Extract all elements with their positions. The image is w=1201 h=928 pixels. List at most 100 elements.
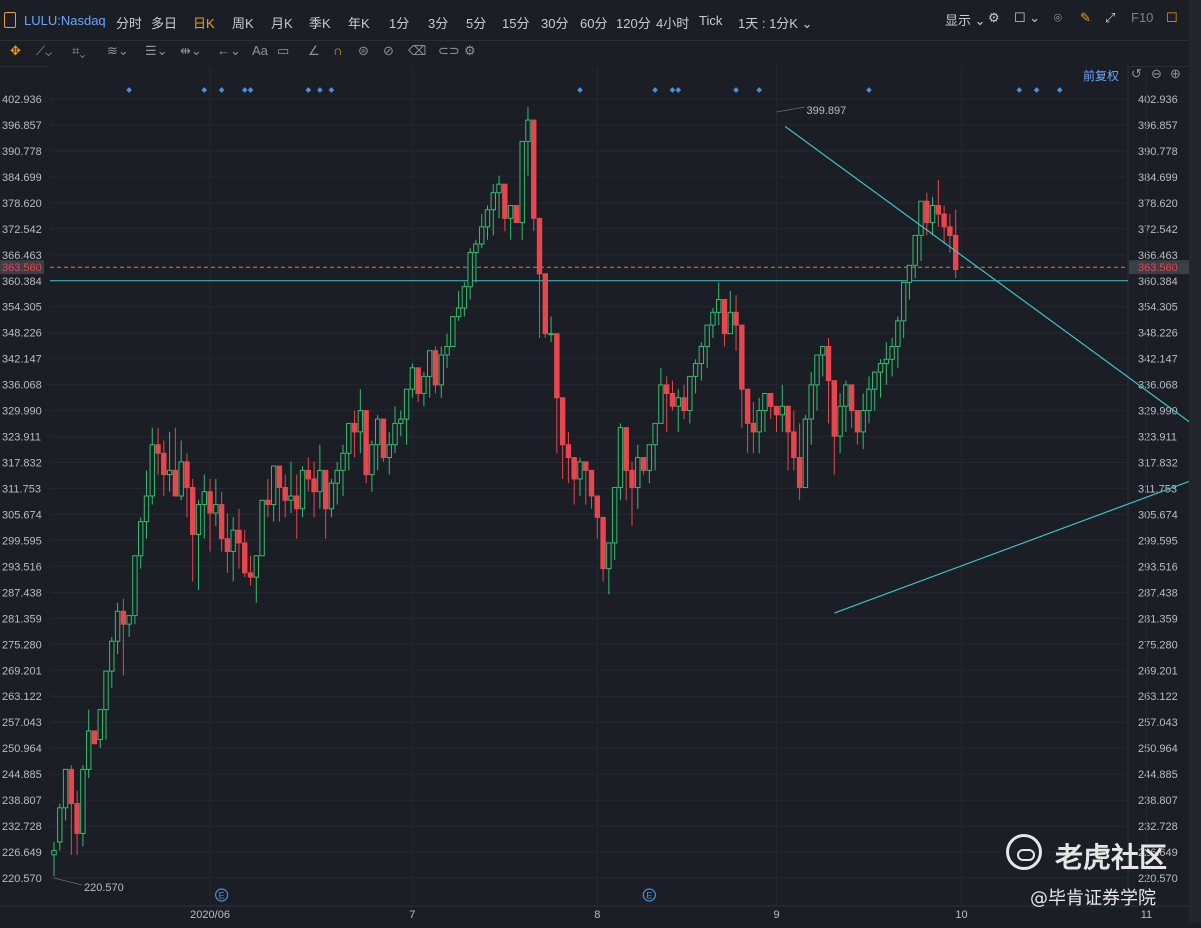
candle-up: [606, 542, 612, 570]
display-menu[interactable]: 显示 ⌄: [945, 10, 986, 29]
y-tick-label-left: 263.122: [2, 691, 42, 703]
candle-up: [912, 234, 918, 266]
candle-up: [710, 311, 716, 326]
hide-drawing-icon[interactable]: ⊘: [383, 43, 394, 59]
angle-tool-icon[interactable]: ∠: [308, 43, 320, 59]
period-tab[interactable]: 4小时: [656, 13, 689, 32]
candle-down: [600, 516, 606, 570]
pencil-icon[interactable]: ✎: [1080, 10, 1091, 26]
x-tick-label: 7: [409, 909, 415, 921]
period-tab[interactable]: 分时: [116, 13, 142, 32]
magnet-icon[interactable]: ∩: [333, 43, 342, 58]
y-tick-label: 305.674: [1138, 509, 1178, 521]
panel-icon[interactable]: [4, 12, 16, 28]
candle-up: [392, 422, 398, 446]
pattern-tool-icon[interactable]: ≋⌄: [107, 43, 129, 59]
candle-up: [484, 209, 491, 228]
settings-icon[interactable]: ⚙: [988, 10, 1000, 26]
candle-up: [97, 709, 103, 740]
candle-up: [62, 768, 69, 809]
watermark-author: @毕肯证券学院: [1030, 888, 1156, 909]
candle-up: [357, 410, 364, 433]
toggle-icon[interactable]: ⊂⊃: [438, 43, 460, 59]
ticker-label[interactable]: LULU:Nasdaq: [24, 13, 106, 28]
period-tab[interactable]: 月K: [271, 13, 293, 32]
period-tab[interactable]: 30分: [541, 13, 568, 32]
candle-up: [617, 427, 624, 488]
candlestick-chart[interactable]: 402.936 402.936 396.857 396.857 390.778 390.7…: [0, 66, 1201, 923]
candle-up: [138, 521, 144, 557]
candle-down: [924, 200, 930, 224]
candle-up: [692, 363, 699, 377]
y-tick-label-left: 390.778: [2, 146, 42, 158]
layout-icon[interactable]: ☐ ⌄: [1014, 10, 1040, 26]
period-tab[interactable]: 周K: [232, 13, 254, 32]
candle-down: [184, 461, 190, 488]
chart-panel[interactable]: 402.936 402.936 396.857 396.857 390.778 390.7…: [0, 66, 1201, 923]
period-tab[interactable]: 5分: [466, 13, 486, 32]
fib-tool-icon[interactable]: ☰⌄: [145, 43, 168, 59]
reset-icon[interactable]: ↺: [1131, 66, 1142, 82]
y-tick-label-left: 396.857: [2, 120, 42, 132]
candle-up: [444, 345, 450, 356]
y-tick-label-left: 299.595: [2, 535, 42, 547]
candle-up: [883, 358, 890, 365]
zoom-out-icon[interactable]: ⊖: [1151, 66, 1162, 82]
candle-down: [594, 495, 601, 518]
period-tab[interactable]: Tick: [699, 13, 722, 28]
y-tick-label-left: 384.699: [2, 172, 42, 184]
side-panel-icon[interactable]: ☐: [1166, 10, 1178, 26]
y-tick-label-left: 329.990: [2, 406, 42, 418]
candle-up: [889, 345, 895, 360]
candle-down: [305, 469, 312, 480]
candle-down: [363, 410, 369, 476]
period-tab[interactable]: 3分: [428, 13, 448, 32]
period-tab[interactable]: 15分: [502, 13, 529, 32]
y-tick-label: 336.068: [1138, 380, 1178, 392]
measure-tool-icon[interactable]: ⇹⌄: [180, 43, 202, 59]
trash-icon[interactable]: ⌫: [408, 43, 426, 59]
candle-down: [224, 538, 231, 553]
fullscreen-icon[interactable]: ⤢: [1105, 10, 1115, 26]
zoom-in-icon[interactable]: ⊕: [1170, 66, 1181, 82]
candle-up: [779, 405, 785, 416]
candle-down: [785, 405, 791, 433]
period-tab[interactable]: 120分: [616, 13, 651, 32]
candle-up: [929, 205, 936, 224]
crop-tool-icon[interactable]: ⌗⌄: [72, 43, 85, 59]
period-tab-active[interactable]: 日K: [193, 13, 215, 32]
interval-select[interactable]: 1天 : 1分K ⌄: [738, 13, 812, 32]
interval-select-label: 1天 : 1分K: [738, 16, 798, 31]
candle-up: [253, 555, 260, 578]
f10-button[interactable]: F10: [1131, 10, 1153, 25]
y-tick-label-left: 317.832: [2, 458, 42, 470]
candle-down: [588, 469, 595, 497]
period-tab[interactable]: 60分: [580, 13, 607, 32]
candle-up: [814, 354, 820, 386]
move-cursor-icon[interactable]: ✥: [10, 43, 21, 59]
period-tab[interactable]: 年K: [348, 13, 370, 32]
candle-up: [837, 405, 843, 437]
arrow-tool-icon[interactable]: ←⌄: [217, 43, 241, 59]
period-tab[interactable]: 多日: [151, 13, 177, 32]
candle-up: [479, 226, 485, 245]
drawing-settings-icon[interactable]: ⚙: [464, 43, 476, 59]
candle-down: [172, 469, 179, 497]
period-tab[interactable]: 季K: [309, 13, 331, 32]
adjust-mode-button[interactable]: 前复权: [1083, 67, 1119, 84]
y-tick-label: 238.807: [1138, 795, 1178, 807]
candle-up: [109, 640, 115, 672]
y-tick-label: 299.595: [1138, 535, 1178, 547]
candle-up: [270, 465, 277, 506]
lock-drawing-icon[interactable]: ⊜: [358, 43, 369, 59]
text-tool[interactable]: Aa: [252, 43, 268, 58]
comment-tool-icon[interactable]: ▭: [277, 43, 289, 59]
candle-down: [322, 469, 329, 510]
candle-up: [334, 469, 340, 484]
period-tab[interactable]: 1分: [389, 13, 409, 32]
camera-icon[interactable]: ⌾: [1054, 10, 1062, 26]
candle-up: [374, 418, 381, 446]
candle-down: [242, 542, 248, 574]
line-tool-icon[interactable]: ⟋⌄: [36, 43, 52, 59]
candle-down: [947, 226, 953, 236]
